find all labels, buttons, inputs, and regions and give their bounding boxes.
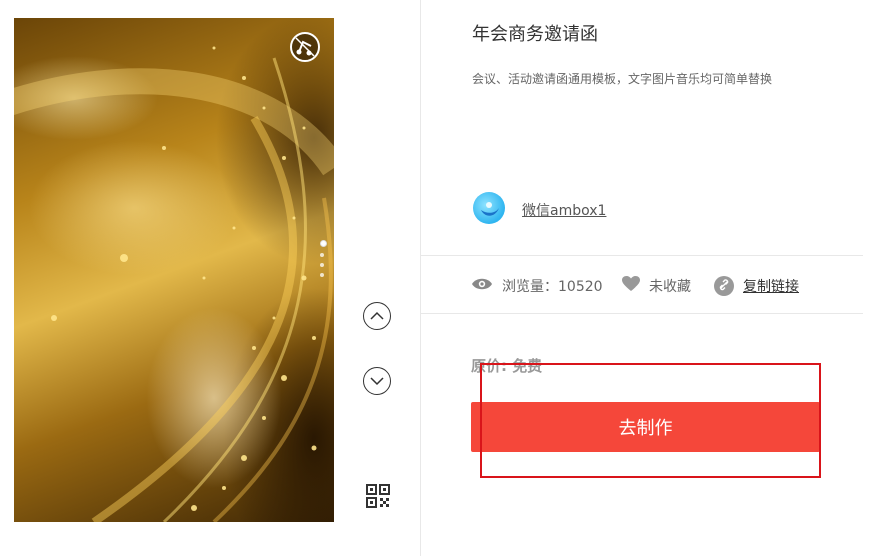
section-divider [420,313,863,314]
next-page-button[interactable] [363,367,391,395]
template-detail-page: 年会商务邀请函 会议、活动邀请函通用模板，文字图片音乐均可简单替换 微信ambo… [0,0,872,556]
gold-sparkle-background [14,46,334,522]
qr-code-icon [366,484,390,508]
template-description: 会议、活动邀请函通用模板，文字图片音乐均可简单替换 [472,72,773,86]
page-dot-active[interactable] [320,240,327,247]
chevron-up-icon [370,311,384,320]
chevron-down-icon [370,377,384,386]
view-count: 浏览量：10520 [502,279,603,295]
vertical-divider [420,0,421,556]
section-divider [420,255,863,256]
price-label: 原价: 免费 [471,357,543,375]
qr-code-button[interactable] [366,484,390,508]
copy-link[interactable]: 复制链接 [743,276,799,296]
page-indicator [320,240,327,283]
template-preview [14,18,334,522]
favorite-status[interactable]: 未收藏 [649,276,691,296]
make-button[interactable]: 去制作 [471,402,820,452]
author-name-link[interactable]: 微信ambox1 [522,200,606,220]
music-note-icon[interactable] [290,32,320,62]
prev-page-button[interactable] [363,302,391,330]
template-title: 年会商务邀请函 [472,24,598,45]
heart-icon[interactable] [622,276,640,292]
eye-icon [472,278,492,290]
page-dot[interactable] [320,253,324,257]
author-avatar[interactable] [473,192,505,224]
link-icon[interactable] [714,276,734,296]
page-dot[interactable] [320,273,324,277]
page-dot[interactable] [320,263,324,267]
